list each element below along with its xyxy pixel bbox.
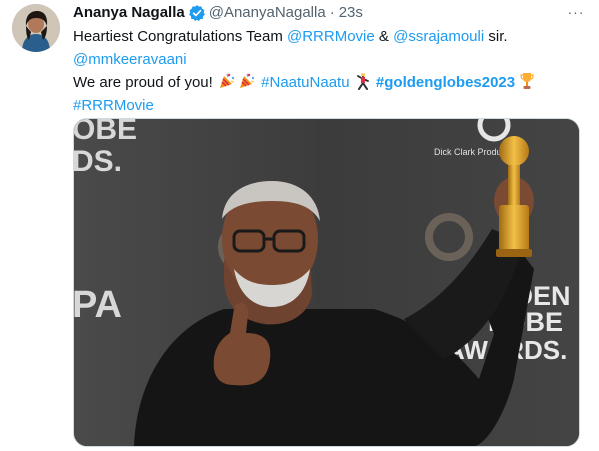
tweet-line-1: Heartiest Congratulations Team @RRRMovie… bbox=[73, 25, 573, 48]
text-segment: & bbox=[374, 28, 394, 45]
trophy-icon bbox=[520, 72, 534, 97]
separator-dot: · bbox=[329, 4, 335, 21]
tweet-line-3: We are proud of you! #NaatuNaatu #golden… bbox=[73, 71, 573, 94]
tweet-text: Heartiest Congratulations Team @RRRMovie… bbox=[73, 25, 573, 117]
verified-badge-icon bbox=[188, 4, 206, 22]
hashtag-link[interactable]: #NaatuNaatu bbox=[261, 74, 349, 91]
mention-link[interactable]: @RRRMovie bbox=[287, 28, 375, 45]
text-segment: We are proud of you! bbox=[73, 74, 217, 91]
hashtag-link[interactable]: #RRRMovie bbox=[73, 97, 154, 114]
tweet-media-photo[interactable]: OBE DS. PA Dick Clark Produ OLDEN LOBE A… bbox=[73, 118, 580, 447]
backdrop-brand-text: Dick Clark Produ bbox=[434, 147, 502, 157]
author-avatar[interactable] bbox=[12, 4, 60, 52]
backdrop-text: DS. bbox=[74, 145, 122, 178]
author-handle[interactable]: @AnanyaNagalla bbox=[209, 3, 326, 23]
dancer-icon bbox=[355, 72, 371, 97]
timestamp[interactable]: 23s bbox=[339, 3, 363, 23]
mention-link[interactable]: @ssrajamouli bbox=[393, 28, 484, 45]
tweet-line-2: @mmkeeravaani bbox=[73, 48, 573, 71]
tweet: Ananya Nagalla @AnanyaNagalla · 23s ··· … bbox=[0, 0, 599, 451]
more-options-icon[interactable]: ··· bbox=[565, 4, 587, 22]
party-popper-icon bbox=[238, 72, 256, 97]
tweet-header: Ananya Nagalla @AnanyaNagalla · 23s bbox=[73, 3, 363, 23]
tweet-line-4: #RRRMovie bbox=[73, 94, 573, 117]
backdrop-text: OBE bbox=[74, 119, 137, 146]
hashtag-link[interactable]: #goldenglobes2023 bbox=[376, 74, 515, 91]
text-segment: Heartiest Congratulations Team bbox=[73, 28, 287, 45]
author-name[interactable]: Ananya Nagalla bbox=[73, 3, 185, 23]
party-popper-icon bbox=[218, 72, 236, 97]
photo-scene: OBE DS. PA Dick Clark Produ OLDEN LOBE A… bbox=[74, 119, 579, 446]
text-segment: sir. bbox=[484, 28, 508, 45]
backdrop-text: PA bbox=[74, 284, 122, 326]
mention-link[interactable]: @mmkeeravaani bbox=[73, 51, 187, 68]
